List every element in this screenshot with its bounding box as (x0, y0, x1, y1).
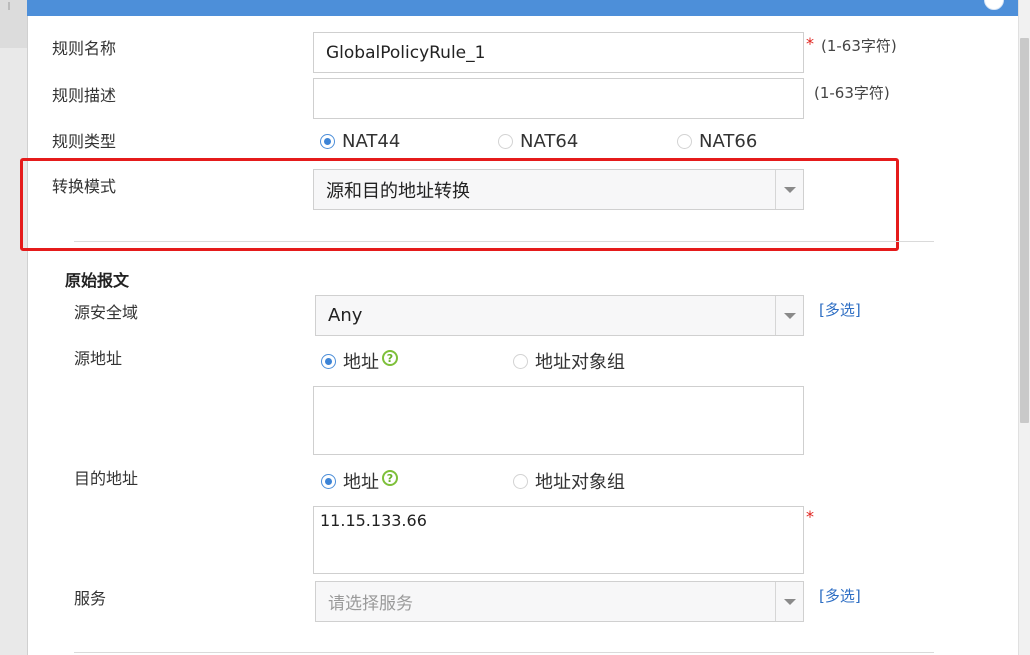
close-icon[interactable] (984, 0, 1004, 10)
required-mark: * (806, 34, 814, 53)
rule-desc-hint: (1-63字符) (814, 84, 890, 102)
chevron-down-icon[interactable] (775, 582, 803, 621)
rule-desc-label: 规则描述 (52, 86, 117, 105)
section-divider (74, 241, 934, 242)
radio-label: 地址 (343, 352, 379, 373)
dst-addr-textarea[interactable]: 11.15.133.66 (313, 506, 804, 574)
radio-unselected-icon[interactable] (513, 473, 528, 489)
src-zone-label: 源安全域 (74, 303, 139, 322)
src-zone-select[interactable]: Any (315, 295, 804, 336)
service-placeholder: 请选择服务 (328, 594, 413, 614)
rule-type-nat64-radio[interactable]: NAT64 (498, 131, 578, 152)
rule-type-nat44-radio[interactable]: NAT44 (320, 131, 400, 152)
radio-label: 地址对象组 (535, 352, 625, 373)
rule-name-label: 规则名称 (52, 39, 117, 58)
src-zone-multi-select-link[interactable]: [多选] (819, 299, 861, 320)
radio-unselected-icon[interactable] (498, 134, 513, 149)
section-title-original-packet: 原始报文 (65, 271, 130, 290)
dialog-titlebar (27, 0, 1018, 16)
radio-selected-icon[interactable] (320, 134, 335, 149)
src-zone-value: Any (328, 305, 363, 326)
radio-label: 地址对象组 (535, 472, 625, 493)
background-window-strip (0, 0, 28, 655)
radio-label: NAT66 (699, 131, 758, 152)
service-label: 服务 (74, 589, 107, 608)
annotation-highlight-box (20, 158, 899, 251)
src-addr-group-radio[interactable]: 地址对象组 (513, 348, 625, 374)
radio-unselected-icon[interactable] (513, 353, 528, 369)
required-mark: * (806, 507, 814, 526)
service-select[interactable]: 请选择服务 (315, 581, 804, 622)
rule-name-hint: (1-63字符) (821, 37, 897, 55)
dst-addr-address-radio[interactable]: 地址 ? (321, 468, 398, 494)
radio-selected-icon[interactable] (321, 473, 336, 489)
src-addr-label: 源地址 (74, 349, 123, 368)
src-addr-address-radio[interactable]: 地址 ? (321, 348, 398, 374)
dst-addr-label: 目的地址 (74, 469, 139, 488)
radio-unselected-icon[interactable] (677, 134, 692, 149)
rule-name-input[interactable]: GlobalPolicyRule_1 (313, 32, 804, 73)
section-divider (74, 652, 934, 653)
dst-addr-group-radio[interactable]: 地址对象组 (513, 468, 625, 494)
radio-selected-icon[interactable] (321, 353, 336, 369)
radio-label: 地址 (343, 472, 379, 493)
rule-desc-input[interactable] (313, 78, 804, 119)
scrollbar-thumb[interactable] (1020, 38, 1029, 423)
chevron-down-icon[interactable] (775, 296, 803, 335)
background-mark (8, 2, 10, 10)
background-tab (0, 0, 28, 48)
rule-type-nat66-radio[interactable]: NAT66 (677, 131, 757, 152)
radio-label: NAT64 (520, 131, 579, 152)
radio-label: NAT44 (342, 131, 401, 152)
rule-type-label: 规则类型 (52, 132, 117, 151)
help-icon[interactable]: ? (382, 470, 398, 486)
src-addr-textarea[interactable] (313, 386, 804, 455)
help-icon[interactable]: ? (382, 350, 398, 366)
service-multi-select-link[interactable]: [多选] (819, 585, 861, 606)
